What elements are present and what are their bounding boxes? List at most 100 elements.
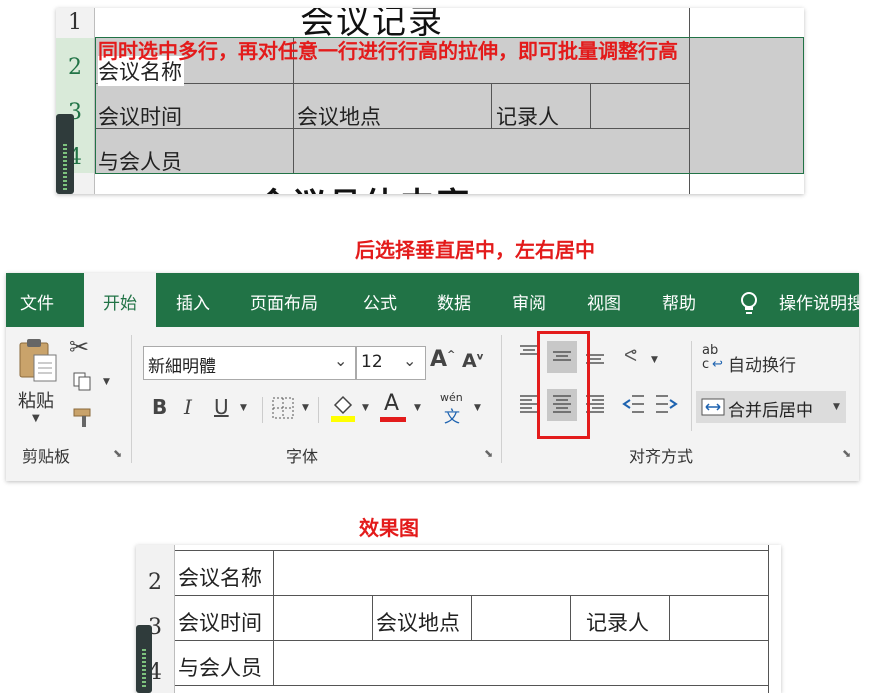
merge-dropdown-icon[interactable]: ▼ [833,402,840,412]
excel-ribbon: 文件 开始 插入 页面布局 公式 数据 审阅 视图 帮助 操作说明搜 粘贴 ▼ … [6,273,859,481]
dialog-launcher-icon[interactable]: ⬊ [842,447,851,460]
font-color-letter: A [384,391,400,416]
cell-recorder[interactable]: 记录人 [586,607,649,637]
grow-font-icon[interactable]: A^ [430,347,455,372]
separator [262,397,263,423]
bold-button[interactable]: B [152,395,167,419]
fill-color-dropdown-icon[interactable]: ▼ [362,403,369,413]
tab-page-layout[interactable]: 页面布局 [250,273,318,327]
font-color-dropdown-icon[interactable]: ▼ [414,403,421,413]
cell-meeting-time[interactable]: 会议时间 [98,101,182,131]
tab-data[interactable]: 数据 [437,273,471,327]
chevron-down-icon[interactable]: ⌄ [403,351,416,370]
cell-attendees[interactable]: 与会人员 [178,652,262,682]
tab-home[interactable]: 开始 [84,273,156,327]
underline-dropdown-icon[interactable]: ▼ [240,403,247,413]
font-size-box[interactable]: 12 ⌄ [356,346,426,380]
increase-indent-icon[interactable] [654,393,678,419]
phonetic-bottom-text: 文 [444,407,461,426]
grip-icon [63,144,67,190]
scroll-thumb[interactable] [136,625,152,693]
step1-annotation: 同时选中多行，再对任意一行进行行高的拉伸，即可批量调整行高 [98,39,678,63]
wrap-text-icon[interactable]: ab c ↩ [702,343,728,373]
font-color-icon[interactable]: A [380,389,406,423]
grid-line [372,595,373,640]
paste-icon[interactable] [16,337,60,385]
grid-divider [689,8,690,38]
tell-me-search[interactable]: 操作说明搜 [779,273,859,327]
sheet-title-text: 会议记录 [300,8,444,38]
merge-center-label: 合并后居中 [728,401,813,421]
ribbon-tab-bar: 文件 开始 插入 页面布局 公式 数据 审阅 视图 帮助 操作说明搜 [6,273,859,327]
shrink-font-icon[interactable]: Av [462,350,483,372]
cell-attendees[interactable]: 与会人员 [98,146,182,176]
grid-line [175,595,769,596]
highlight-box [537,331,590,439]
font-name-box[interactable]: 新細明體 ⌄ [143,346,356,380]
chevron-down-icon[interactable]: ⌄ [334,351,347,370]
tab-insert[interactable]: 插入 [176,273,210,327]
wrap-c-text: c [702,357,710,372]
phonetic-dropdown-icon[interactable]: ▼ [474,403,481,413]
wrap-arrow-icon: ↩ [712,357,723,372]
dialog-launcher-icon[interactable]: ⬊ [113,447,122,460]
orientation-dropdown-icon[interactable]: ▼ [651,355,658,365]
font-size-value: 12 [361,352,383,372]
tab-review[interactable]: 审阅 [512,273,546,327]
cell-meeting-name[interactable]: 会议名称 [178,562,262,592]
decrease-indent-icon[interactable] [622,393,646,419]
font-name-value: 新細明體 [148,357,216,377]
copy-dropdown-icon[interactable]: ▼ [103,377,110,387]
shrink-font-letter: A [462,350,477,372]
cut-icon[interactable]: ✂ [69,333,89,361]
tab-view[interactable]: 视图 [587,273,621,327]
format-painter-icon[interactable] [72,407,96,433]
cell-meeting-time[interactable]: 会议时间 [178,607,262,637]
orientation-icon[interactable]: ᕙ [624,345,637,366]
paste-label[interactable]: 粘贴 [18,387,54,413]
cell-meeting-place[interactable]: 会议地点 [376,607,460,637]
lightbulb-icon[interactable] [739,291,759,321]
separator [691,341,692,431]
grid-line [273,550,274,685]
scroll-thumb[interactable] [56,114,74,194]
separator [318,397,319,423]
group-separator [501,335,502,463]
wrap-text-label[interactable]: 自动换行 [728,351,796,376]
font-group-label: 字体 [286,447,319,466]
ribbon-body: 粘贴 ▼ ✂ ▼ 剪贴板 ⬊ 新細明體 ⌄ 12 ⌄ A^ Av B I U ▼ [6,327,859,481]
dialog-launcher-icon[interactable]: ⬊ [484,447,493,460]
grid-line [768,545,769,693]
row-header-2[interactable]: 2 [56,38,95,84]
group-separator [131,335,132,463]
merge-cells-icon [701,398,725,420]
italic-button[interactable]: I [184,395,192,419]
grid-line [175,550,769,551]
sheet-body-title: 会议具体内容 [256,178,472,194]
grid-line [669,595,670,640]
merge-center-button[interactable]: 合并后居中 ▼ [696,391,846,423]
row-header-2[interactable]: 2 [136,550,175,596]
step2-annotation: 后选择垂直居中，左右居中 [355,238,595,262]
cell-recorder[interactable]: 记录人 [496,101,559,131]
grid-line [471,595,472,640]
tab-help[interactable]: 帮助 [662,273,696,327]
grip-icon [142,649,146,689]
paste-dropdown-icon[interactable]: ▼ [32,413,40,424]
underline-button[interactable]: U [214,395,229,419]
grid-line [175,685,769,686]
copy-icon[interactable] [72,371,94,397]
phonetic-guide-icon[interactable]: wén 文 [438,391,468,426]
result-title: 效果图 [359,516,419,540]
tab-file[interactable]: 文件 [20,273,54,327]
grid-line [570,595,571,640]
borders-icon[interactable] [272,397,294,423]
cell-meeting-place[interactable]: 会议地点 [297,101,381,131]
clipboard-group-label: 剪贴板 [22,447,71,466]
fill-color-icon[interactable] [330,393,356,427]
borders-dropdown-icon[interactable]: ▼ [302,403,309,413]
font-color-bar [380,417,406,422]
row-header-1[interactable]: 1 [56,8,95,39]
title-cell[interactable]: 会议记录 [95,8,690,38]
tab-formulas[interactable]: 公式 [363,273,397,327]
